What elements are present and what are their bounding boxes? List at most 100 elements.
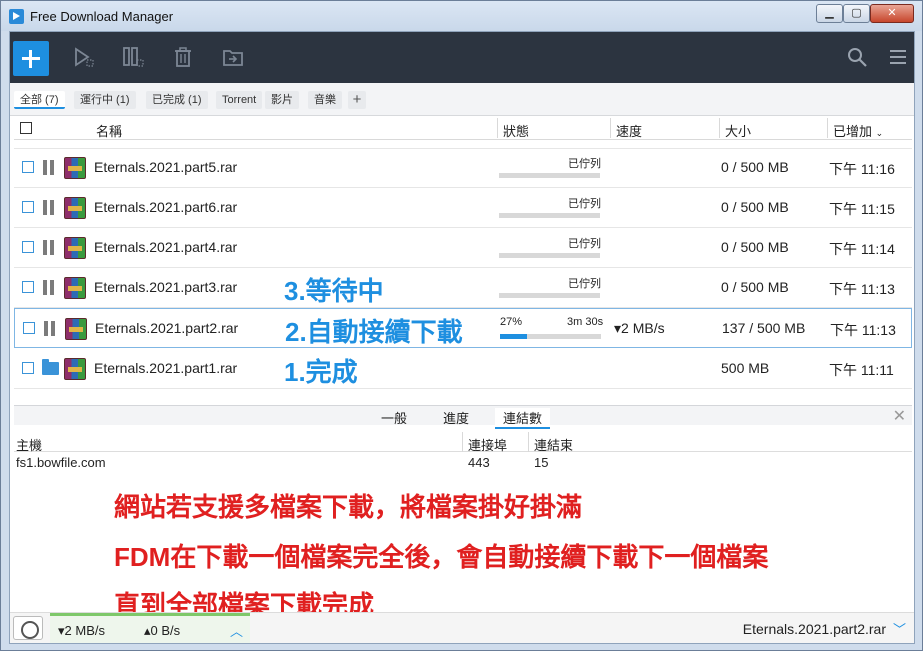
tab-general[interactable]: 一般	[381, 408, 407, 427]
rar-file-icon	[64, 157, 86, 179]
fdm-logo-icon	[9, 9, 24, 24]
tab-all[interactable]: 全部 (7)	[14, 91, 65, 109]
maximize-button[interactable]: ▢	[843, 4, 870, 23]
column-divider[interactable]	[528, 432, 529, 452]
added-time: 下午 11:13	[830, 322, 896, 338]
file-name: Eternals.2021.part3.rar	[94, 279, 238, 295]
row-checkbox[interactable]	[22, 281, 34, 293]
close-detail-icon[interactable]: ✕	[893, 406, 906, 426]
sort-desc-icon: ⌄	[875, 128, 884, 138]
table-row[interactable]: Eternals.2021.part3.rar 3.等待中 已佇列 0 / 50…	[14, 268, 912, 308]
row-checkbox[interactable]	[23, 322, 35, 334]
row-checkbox[interactable]	[22, 161, 34, 173]
filter-tabs: 全部 (7) 運行中 (1) 已完成 (1) Torrent 影片 音樂 +	[10, 83, 914, 116]
app-window: Free Download Manager ▁ ▢ ✕ 全部 (7) 運行中 (…	[0, 0, 923, 651]
file-name: Eternals.2021.part6.rar	[94, 199, 238, 215]
minimize-button[interactable]: ▁	[816, 4, 843, 23]
added-time: 下午 11:13	[829, 281, 895, 297]
table-row[interactable]: Eternals.2021.part1.rar 1.完成 500 MB 下午 1…	[14, 349, 912, 389]
window-title: Free Download Manager	[30, 9, 174, 24]
table-row[interactable]: Eternals.2021.part5.rar 已佇列 0 / 500 MB 下…	[14, 148, 912, 188]
file-size: 500 MB	[721, 360, 770, 376]
move-to-folder-icon[interactable]	[222, 46, 244, 68]
progress-bar	[499, 173, 600, 178]
file-name: Eternals.2021.part1.rar	[94, 360, 238, 376]
snail-speed-limit-icon[interactable]	[13, 616, 43, 640]
tab-video[interactable]: 影片	[265, 91, 299, 109]
tab-completed[interactable]: 已完成 (1)	[146, 91, 208, 109]
table-row-selected[interactable]: Eternals.2021.part2.rar 2.自動接續下載 27% 3m …	[14, 308, 912, 348]
pause-icon[interactable]	[43, 280, 54, 295]
downloads-table-header: 名稱 狀態 速度 大小 已增加 ⌄	[14, 117, 912, 140]
rar-file-icon	[64, 358, 86, 380]
toolbar	[10, 32, 914, 83]
connection-row[interactable]: fs1.bowfile.com 443 15	[14, 453, 912, 473]
add-download-button[interactable]	[13, 41, 49, 76]
title-bar[interactable]: Free Download Manager ▁ ▢ ✕	[1, 1, 922, 31]
rar-file-icon	[65, 318, 87, 340]
column-divider[interactable]	[827, 118, 828, 138]
file-size: 0 / 500 MB	[721, 239, 789, 255]
annotation-auto-resume: 2.自動接續下載	[285, 317, 463, 347]
table-row[interactable]: Eternals.2021.part4.rar 已佇列 0 / 500 MB 下…	[14, 228, 912, 268]
tab-music[interactable]: 音樂	[308, 91, 342, 109]
table-row[interactable]: Eternals.2021.part6.rar 已佇列 0 / 500 MB 下…	[14, 188, 912, 228]
tab-connections[interactable]: 連結數	[495, 408, 551, 429]
pause-icon[interactable]	[43, 200, 54, 215]
tab-torrent[interactable]: Torrent	[216, 91, 263, 109]
row-checkbox[interactable]	[22, 362, 34, 374]
ended-value: 15	[534, 455, 549, 470]
column-divider[interactable]	[610, 118, 611, 138]
file-size: 137 / 500 MB	[722, 320, 806, 336]
pause-icon[interactable]	[43, 240, 54, 255]
progress-bar	[499, 293, 600, 298]
close-button[interactable]: ✕	[870, 4, 914, 23]
column-added[interactable]: 已增加 ⌄	[833, 121, 883, 140]
hamburger-menu-icon[interactable]	[887, 46, 909, 68]
column-size[interactable]: 大小	[725, 121, 751, 140]
search-icon[interactable]	[846, 46, 868, 68]
annotation-completed: 1.完成	[284, 357, 358, 387]
trash-icon[interactable]	[172, 46, 194, 68]
annotation-message-2: FDM在下載一個檔案完全後，會自動接續下載下一個檔案	[114, 542, 769, 572]
column-speed[interactable]: 速度	[616, 121, 642, 140]
column-ended[interactable]: 連結束	[534, 435, 573, 454]
status-text: 已佇列	[568, 198, 601, 210]
current-download-name: Eternals.2021.part2.rar	[742, 621, 886, 637]
column-name[interactable]: 名稱	[96, 121, 122, 140]
column-divider[interactable]	[719, 118, 720, 138]
file-size: 0 / 500 MB	[721, 159, 789, 175]
row-checkbox[interactable]	[22, 201, 34, 213]
open-folder-icon[interactable]	[42, 359, 59, 375]
column-status[interactable]: 狀態	[503, 121, 529, 140]
column-host[interactable]: 主機	[16, 435, 42, 454]
progress-bar	[500, 334, 601, 339]
progress-percent: 27%	[500, 316, 523, 328]
port-value: 443	[468, 455, 490, 470]
resume-icon[interactable]	[72, 46, 94, 68]
column-divider[interactable]	[462, 432, 463, 452]
row-checkbox[interactable]	[22, 241, 34, 253]
select-all-checkbox[interactable]	[20, 122, 32, 134]
add-tab-button[interactable]: +	[348, 91, 366, 109]
progress-bar	[499, 253, 600, 258]
column-port[interactable]: 連接埠	[468, 435, 507, 454]
column-divider[interactable]	[497, 118, 498, 138]
speed-summary[interactable]: ▾2 MB/s ▴0 B/s ︿	[50, 613, 250, 643]
chevron-down-icon[interactable]: ﹀	[893, 619, 906, 638]
chevron-up-icon[interactable]: ︿	[230, 621, 243, 640]
tab-running[interactable]: 運行中 (1)	[74, 91, 136, 109]
added-time: 下午 11:15	[829, 201, 895, 217]
total-download-speed: ▾2 MB/s	[58, 623, 105, 638]
download-speed: ▾2 MB/s	[614, 320, 665, 336]
connections-header: 主機 連接埠 連結束	[14, 432, 912, 454]
pause-all-icon[interactable]	[122, 46, 144, 68]
rar-file-icon	[64, 277, 86, 299]
file-name: Eternals.2021.part4.rar	[94, 239, 238, 255]
pause-icon[interactable]	[43, 160, 54, 175]
added-time: 下午 11:11	[829, 362, 894, 378]
pause-icon[interactable]	[44, 321, 55, 336]
file-size: 0 / 500 MB	[721, 279, 789, 295]
tab-progress[interactable]: 進度	[443, 408, 469, 427]
detail-tabs: 一般 進度 連結數 ✕	[14, 405, 912, 429]
